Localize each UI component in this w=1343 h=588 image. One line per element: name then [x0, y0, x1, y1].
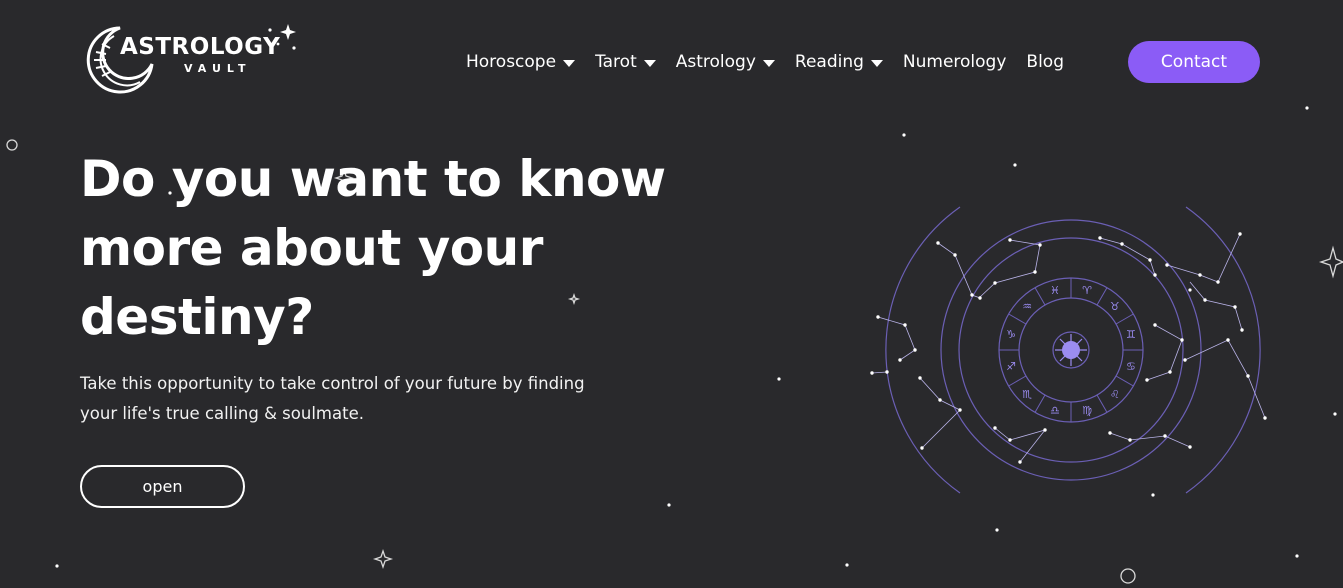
star — [995, 528, 999, 532]
sparkle-icon — [1318, 245, 1343, 279]
nav-item-horoscope[interactable]: Horoscope — [466, 52, 576, 72]
nav-item-tarot[interactable]: Tarot — [595, 52, 656, 72]
zodiac-sign-icon: ♋ — [1126, 360, 1136, 373]
nav-item-numerology[interactable]: Numerology — [903, 52, 1007, 72]
open-button[interactable]: open — [80, 465, 245, 508]
zodiac-sign-icon: ♒ — [1022, 300, 1032, 313]
star — [667, 503, 671, 507]
chevron-down-icon — [762, 59, 775, 67]
wheel-spoke — [1034, 394, 1046, 413]
hero-title: Do you want to know more about your dest… — [80, 150, 666, 346]
brand-logo[interactable]: ASTROLOGY VAULT — [84, 24, 304, 96]
main-nav: Horoscope Tarot Astrology Reading Numero… — [466, 41, 1084, 83]
star — [55, 564, 59, 568]
zodiac-sign-icon: ♎ — [1050, 404, 1060, 417]
wheel-spoke — [1096, 394, 1108, 413]
chevron-down-icon — [643, 59, 656, 67]
zodiac-sign-icon: ♓ — [1050, 284, 1060, 297]
outer-arc-left — [885, 206, 961, 494]
ring-decoration — [1120, 568, 1136, 584]
nav-item-label: Tarot — [595, 52, 637, 72]
nav-item-label: Reading — [794, 52, 864, 72]
star — [777, 377, 781, 381]
wheel-spoke — [1115, 375, 1134, 387]
nav-item-label: Blog — [1026, 52, 1064, 72]
zodiac-wheel-icon: ♈ ♉ ♊ ♋ ♌ ♍ ♎ ♏ ♐ ♑ ♒ ♓ — [870, 206, 1267, 494]
nav-item-label: Astrology — [675, 52, 756, 72]
sparkle-icon — [268, 24, 296, 50]
wheel-spoke — [1034, 287, 1046, 306]
brand-subname: VAULT — [184, 62, 252, 75]
wheel-spoke — [1008, 313, 1027, 325]
zodiac-sign-icon: ♊ — [1126, 328, 1136, 341]
page: ASTROLOGY VAULT Horoscope Tarot Astrolog… — [0, 0, 1343, 588]
chevron-down-icon — [870, 59, 883, 67]
chevron-down-icon — [563, 59, 576, 67]
zodiac-sign-icon: ♉ — [1110, 300, 1120, 313]
nav-item-label: Horoscope — [466, 52, 557, 72]
star — [1295, 554, 1299, 558]
wheel-spoke — [1096, 287, 1108, 306]
zodiac-sign-icon: ♌ — [1110, 388, 1120, 401]
nav-item-reading[interactable]: Reading — [795, 52, 883, 72]
zodiac-sign-icon: ♏ — [1022, 388, 1032, 401]
ring-decoration — [6, 139, 18, 151]
zodiac-sign-icon: ♍ — [1082, 404, 1092, 417]
brand-name: ASTROLOGY — [120, 34, 281, 60]
zodiac-sign-icon: ♑ — [1006, 328, 1016, 341]
nav-item-astrology[interactable]: Astrology — [676, 52, 775, 72]
zodiac-sign-icon: ♐ — [1006, 360, 1016, 373]
hero-subtitle: Take this opportunity to take control of… — [80, 374, 585, 423]
star — [1333, 412, 1337, 416]
sparkle-icon — [372, 548, 394, 570]
contact-button[interactable]: Contact — [1128, 41, 1260, 83]
star — [845, 563, 849, 567]
wheel-spoke — [1008, 375, 1027, 387]
outer-arc-right — [1185, 206, 1261, 494]
zodiac-sign-icon: ♈ — [1082, 284, 1092, 297]
wheel-spoke — [1115, 313, 1134, 325]
star — [1305, 106, 1309, 110]
sun-icon — [1055, 334, 1087, 366]
star — [1013, 163, 1017, 167]
nav-item-blog[interactable]: Blog — [1026, 52, 1064, 72]
nav-item-label: Numerology — [902, 52, 1007, 72]
star — [902, 133, 906, 137]
